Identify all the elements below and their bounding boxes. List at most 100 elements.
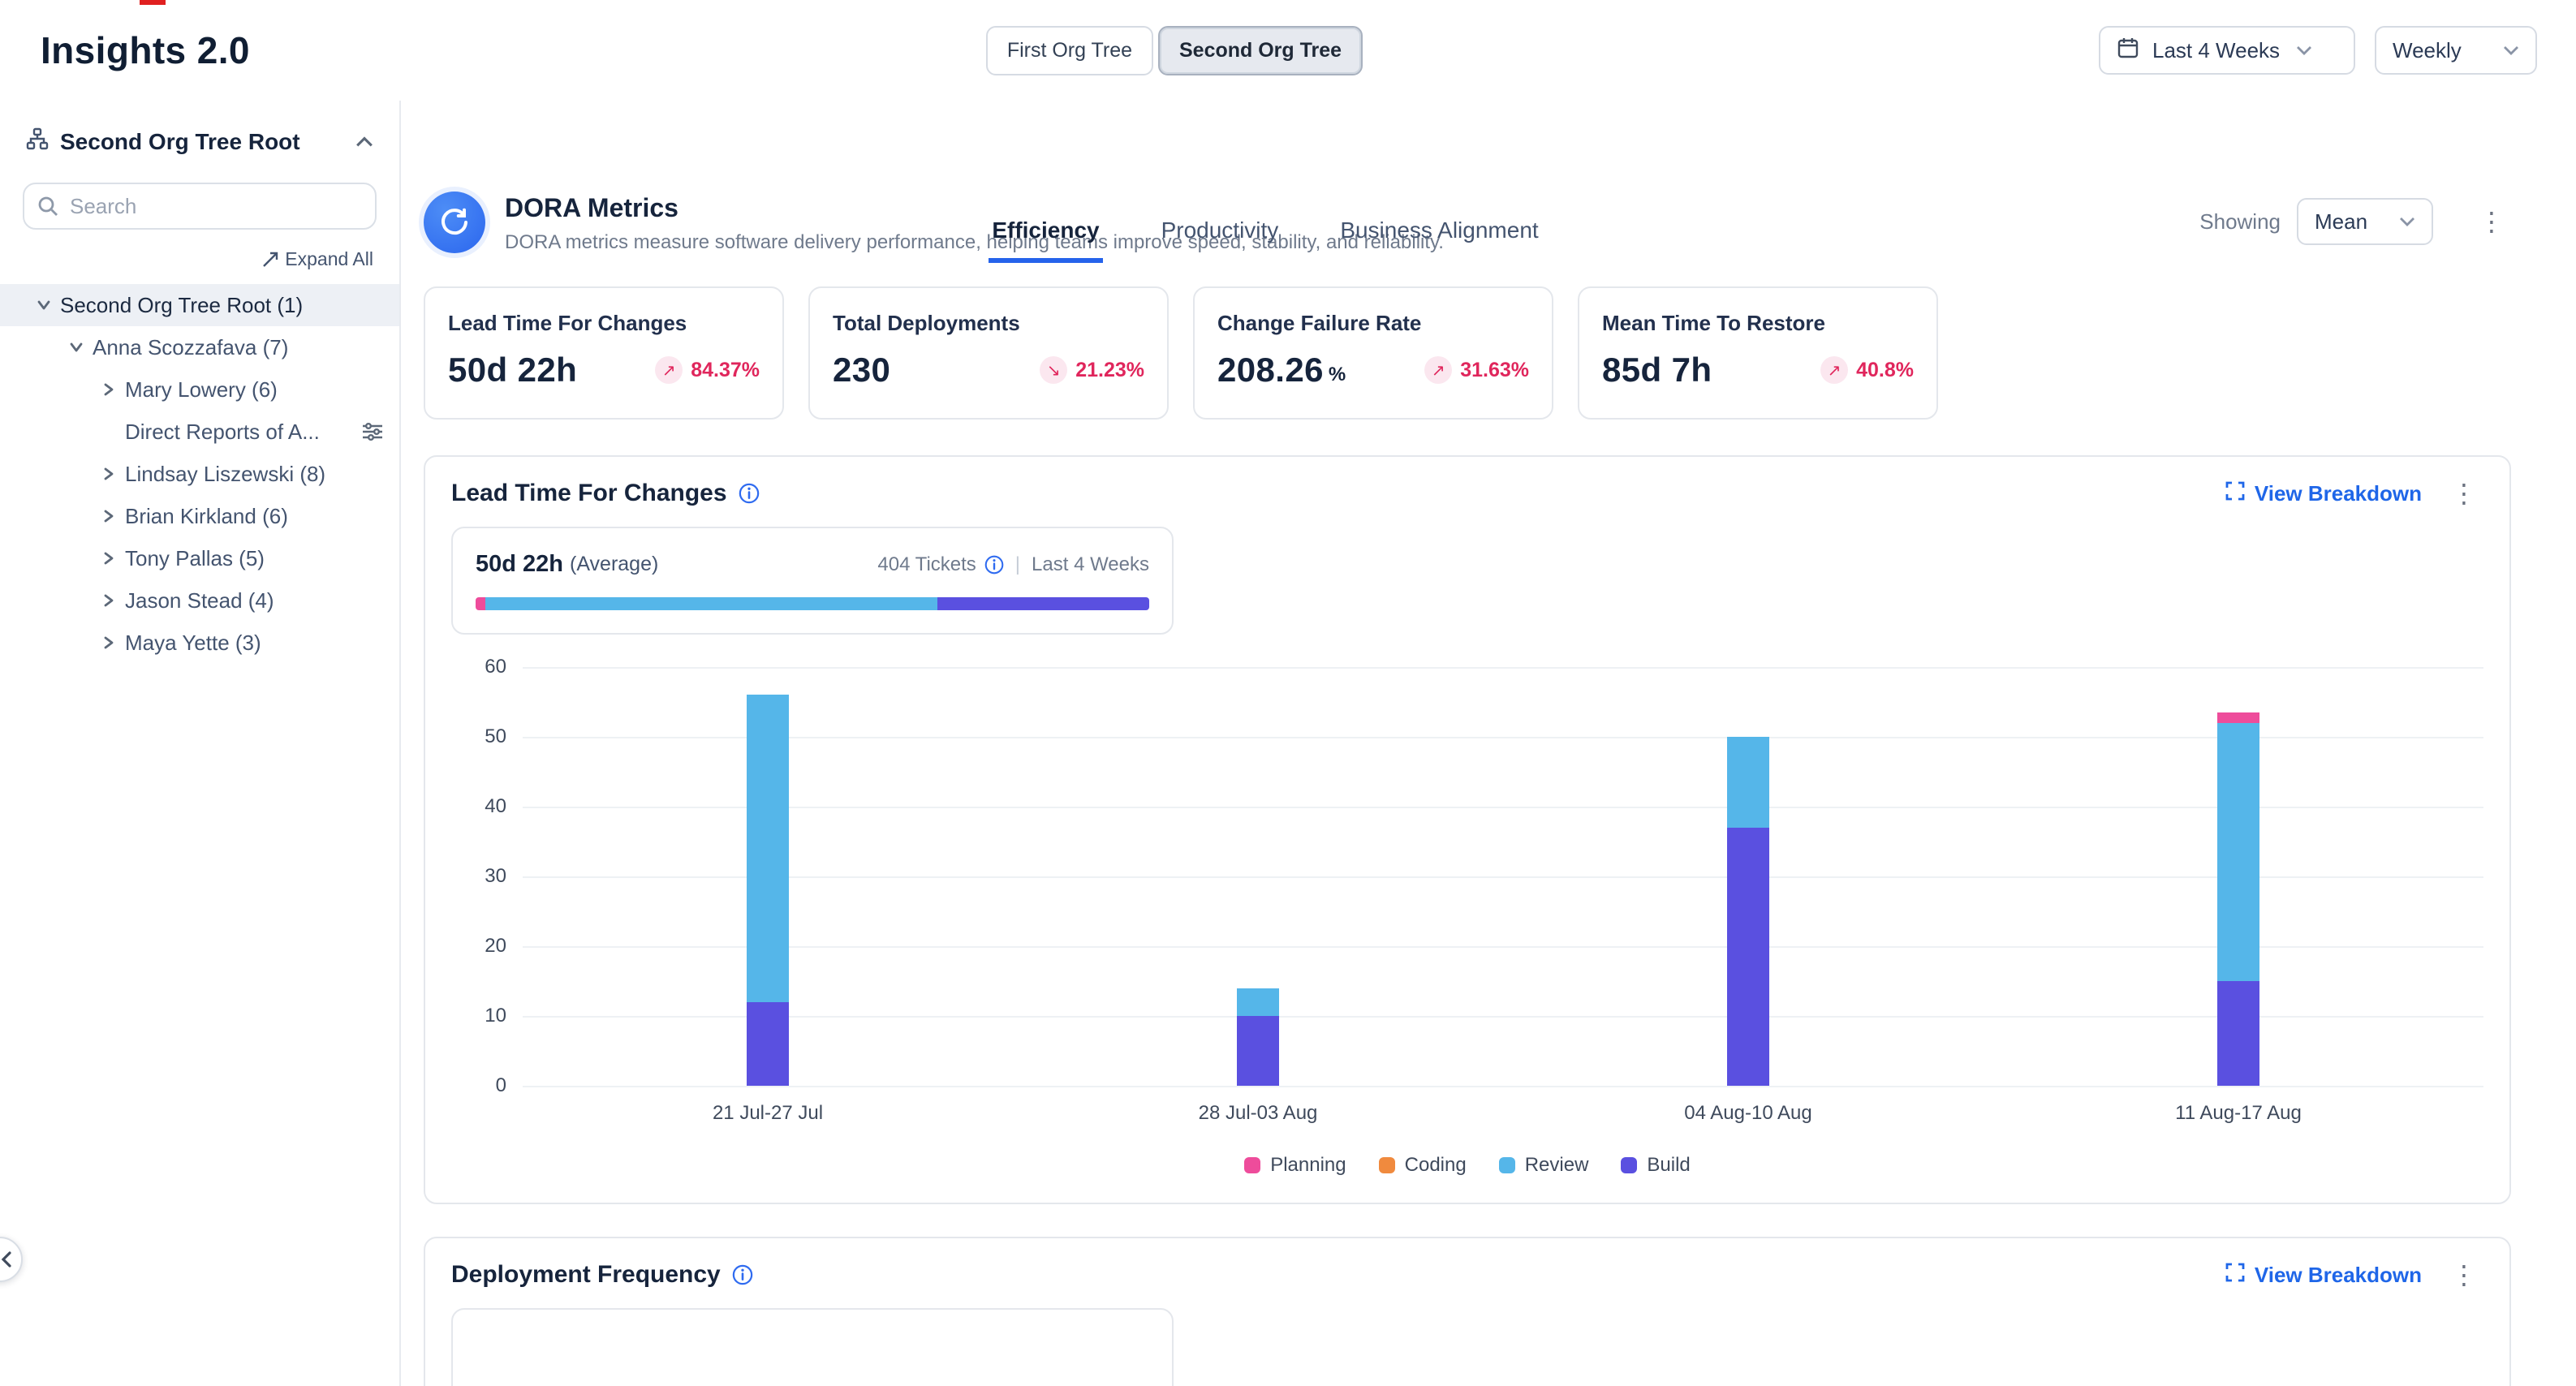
info-icon[interactable] <box>739 483 760 504</box>
y-tick-label: 20 <box>485 935 506 958</box>
tree-item-direct-reports[interactable]: Direct Reports of A... <box>0 411 399 453</box>
toggle-second-org-tree[interactable]: Second Org Tree <box>1158 26 1363 75</box>
kebab-menu-icon[interactable]: ⋮ <box>2445 1262 2483 1288</box>
bar-slots <box>523 667 2483 1086</box>
tab-bar: Efficiency Productivity Business Alignme… <box>0 201 2553 263</box>
stacked-bar[interactable] <box>1237 667 1279 1086</box>
bar-segment-review[interactable] <box>1727 737 1769 828</box>
tree-item-anna-scozzafava[interactable]: Anna Scozzafava (7) <box>0 326 399 368</box>
collapse-panel-icon[interactable] <box>352 133 377 151</box>
expand-icon <box>2225 481 2245 506</box>
top-header: Insights 2.0 First Org Tree Second Org T… <box>0 0 2576 101</box>
calendar-icon <box>2117 37 2139 65</box>
main-content: Efficiency Productivity Business Alignme… <box>401 101 2576 1386</box>
header-controls: Last 4 Weeks Weekly <box>2099 26 2537 75</box>
legend-label: Build <box>1647 1154 1690 1177</box>
tree-item-lindsay-liszewski[interactable]: Lindsay Liszewski (8) <box>0 453 399 495</box>
legend-item-planning[interactable]: Planning <box>1244 1154 1346 1177</box>
date-range-value: Last 4 Weeks <box>2152 38 2280 63</box>
y-tick-label: 0 <box>496 1074 506 1097</box>
chevron-right-icon[interactable] <box>101 594 117 607</box>
legend-item-build[interactable]: Build <box>1621 1154 1690 1177</box>
granularity-value: Weekly <box>2393 38 2462 63</box>
bar-segment-planning[interactable] <box>2217 712 2259 723</box>
view-breakdown-link[interactable]: View Breakdown <box>2225 481 2422 506</box>
phase-segment-review <box>485 597 937 610</box>
trend-badge: ↗ 31.63% <box>1424 356 1529 384</box>
chevron-right-icon[interactable] <box>101 552 117 565</box>
summary-range: Last 4 Weeks <box>1032 553 1149 576</box>
x-tick-label: 04 Aug-10 Aug <box>1503 1102 1993 1125</box>
kebab-menu-icon[interactable]: ⋮ <box>2445 480 2483 506</box>
metric-card-total-deployments: Total Deployments 230 ↘ 21.23% <box>808 286 1169 420</box>
phase-distribution-bar <box>476 597 1149 610</box>
chevron-down-icon[interactable] <box>36 299 52 312</box>
legend-item-review[interactable]: Review <box>1499 1154 1589 1177</box>
y-tick-label: 60 <box>485 656 506 678</box>
chevron-right-icon[interactable] <box>101 636 117 649</box>
filter-sliders-icon[interactable] <box>362 423 383 441</box>
stacked-bar[interactable] <box>2217 667 2259 1086</box>
info-icon[interactable] <box>732 1264 753 1285</box>
chevron-right-icon[interactable] <box>101 467 117 480</box>
legend-swatch <box>1499 1157 1515 1173</box>
lead-time-chart-yaxis: 0102030405060 <box>451 667 506 1086</box>
y-tick-label: 30 <box>485 865 506 888</box>
metric-card-mean-time-to-restore: Mean Time To Restore 85d 7h ↗ 40.8% <box>1578 286 1938 420</box>
lead-time-card: Lead Time For Changes View Breakdown ⋮ <box>424 455 2511 1204</box>
legend-item-coding[interactable]: Coding <box>1379 1154 1467 1177</box>
bar-slot <box>1993 667 2483 1086</box>
legend-label: Coding <box>1405 1154 1467 1177</box>
tree-item-second-org-tree-root[interactable]: Second Org Tree Root (1) <box>0 284 399 326</box>
y-tick-label: 50 <box>485 725 506 748</box>
y-tick-label: 10 <box>485 1005 506 1027</box>
x-tick-label: 21 Jul-27 Jul <box>523 1102 1013 1125</box>
page-title: Insights 2.0 <box>41 28 250 72</box>
trend-down-icon: ↘ <box>1040 356 1067 384</box>
tab-productivity[interactable]: Productivity <box>1158 201 1282 263</box>
stacked-bar[interactable] <box>747 667 789 1086</box>
sidebar: Second Org Tree Root Expand All Second O… <box>0 101 401 1386</box>
trend-up-icon: ↗ <box>1424 356 1452 384</box>
lead-time-summary: 50d 22h (Average) 404 Tickets | Last 4 W… <box>451 527 1174 635</box>
phase-segment-planning <box>476 597 485 610</box>
bar-segment-review[interactable] <box>1237 988 1279 1016</box>
legend-swatch <box>1379 1157 1395 1173</box>
tree-item-tony-pallas[interactable]: Tony Pallas (5) <box>0 537 399 579</box>
chevron-down-icon[interactable] <box>68 341 84 354</box>
y-tick-label: 40 <box>485 795 506 818</box>
bar-segment-build[interactable] <box>747 1002 789 1086</box>
date-range-select[interactable]: Last 4 Weeks <box>2099 26 2355 75</box>
bar-segment-build[interactable] <box>2217 981 2259 1086</box>
legend-swatch <box>1244 1157 1260 1173</box>
bar-slot <box>1013 667 1503 1086</box>
x-tick-label: 11 Aug-17 Aug <box>1993 1102 2483 1125</box>
tree-item-jason-stead[interactable]: Jason Stead (4) <box>0 579 399 622</box>
chevron-right-icon[interactable] <box>101 510 117 523</box>
sidebar-collapse-button[interactable] <box>0 1237 23 1282</box>
deployment-summary <box>451 1308 1174 1386</box>
bar-segment-build[interactable] <box>1727 828 1769 1086</box>
info-icon[interactable] <box>984 555 1004 575</box>
tree-item-brian-kirkland[interactable]: Brian Kirkland (6) <box>0 495 399 537</box>
chart-legend: Planning Coding Review Build <box>451 1154 2483 1177</box>
chevron-right-icon[interactable] <box>101 383 117 396</box>
tab-efficiency[interactable]: Efficiency <box>989 201 1102 263</box>
toggle-first-org-tree[interactable]: First Org Tree <box>986 26 1153 75</box>
bar-segment-review[interactable] <box>747 695 789 1001</box>
trend-up-icon: ↗ <box>1820 356 1848 384</box>
granularity-select[interactable]: Weekly <box>2375 26 2537 75</box>
stacked-bar[interactable] <box>1727 667 1769 1086</box>
tree-item-mary-lowery[interactable]: Mary Lowery (6) <box>0 368 399 411</box>
bar-segment-review[interactable] <box>2217 723 2259 981</box>
chevron-down-icon <box>2296 45 2312 55</box>
tree-item-maya-yette[interactable]: Maya Yette (3) <box>0 622 399 664</box>
tab-business-alignment[interactable]: Business Alignment <box>1337 201 1541 263</box>
org-tree-icon <box>26 127 49 157</box>
lead-time-chart-plot <box>523 667 2483 1086</box>
bar-slot <box>523 667 1013 1086</box>
app: Insights 2.0 First Org Tree Second Org T… <box>0 0 2576 1386</box>
metric-card-change-failure-rate: Change Failure Rate 208.26 % ↗ 31.63% <box>1193 286 1553 420</box>
bar-segment-build[interactable] <box>1237 1016 1279 1086</box>
view-breakdown-link[interactable]: View Breakdown <box>2225 1263 2422 1288</box>
